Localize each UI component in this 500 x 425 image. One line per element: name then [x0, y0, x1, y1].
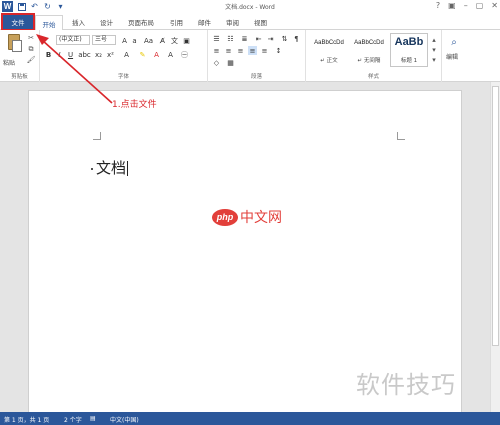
annotation-arrow-icon	[36, 34, 113, 104]
status-words[interactable]: 2 个字	[64, 415, 82, 424]
status-bar: 第 1 页，共 1 页 2 个字 ▤ 中文(中国)	[0, 412, 500, 425]
status-page[interactable]: 第 1 页，共 1 页	[4, 415, 49, 424]
proofing-icon[interactable]: ▤	[90, 415, 96, 422]
annotation-text: 1.点击文件	[112, 100, 157, 110]
status-language[interactable]: 中文(中国)	[110, 415, 139, 424]
